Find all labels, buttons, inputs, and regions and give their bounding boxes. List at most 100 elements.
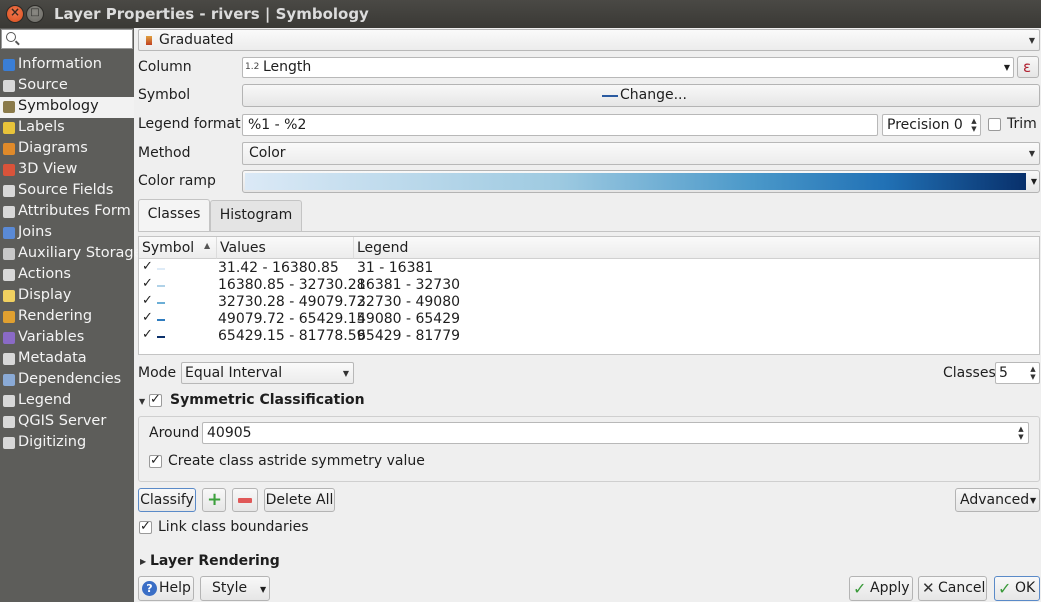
class-values[interactable]: 31.42 - 16380.85: [218, 260, 339, 276]
sidebar-item-variables[interactable]: Variables: [0, 328, 134, 349]
class-visible-checkbox[interactable]: [142, 276, 154, 291]
sidebar-item-digitizing[interactable]: Digitizing: [0, 433, 134, 454]
around-label: Around: [149, 425, 200, 441]
sidebar-item-source[interactable]: Source: [0, 76, 134, 97]
tab-histogram[interactable]: Histogram: [210, 200, 302, 231]
classes-table[interactable]: Symbol ▲ Values Legend 31.42 - 16380.853…: [138, 236, 1040, 355]
color-ramp-button[interactable]: ▼: [242, 170, 1040, 193]
sidebar-item-actions[interactable]: Actions: [0, 265, 134, 286]
advanced-button[interactable]: Advanced ▼: [955, 488, 1040, 512]
apply-button[interactable]: ✓ Apply: [849, 576, 913, 601]
add-class-button[interactable]: +: [202, 488, 226, 512]
class-values[interactable]: 16380.85 - 32730.28: [218, 277, 366, 293]
astride-checkbox[interactable]: [149, 453, 162, 468]
class-visible-checkbox[interactable]: [142, 327, 154, 342]
column-field[interactable]: 1.2 Length ▼: [242, 57, 1014, 78]
help-button[interactable]: ? Help: [138, 576, 194, 601]
sidebar-item-symbology[interactable]: Symbology: [0, 97, 134, 118]
sidebar-item-label: Source: [18, 77, 68, 93]
renderer-combo[interactable]: Graduated ▼: [138, 29, 1040, 51]
server-icon: [3, 416, 15, 428]
delete-all-label: Delete All: [265, 492, 334, 508]
sidebar-item-legend[interactable]: Legend: [0, 391, 134, 412]
classes-spinbox[interactable]: 5 ▲ ▼: [995, 362, 1040, 384]
sidebar-item-source-fields[interactable]: Source Fields: [0, 181, 134, 202]
class-visible-checkbox[interactable]: [142, 293, 154, 308]
sidebar-item-diagrams[interactable]: Diagrams: [0, 139, 134, 160]
link-boundaries-label: Link class boundaries: [158, 519, 309, 535]
delete-all-button[interactable]: Delete All: [264, 488, 335, 512]
class-legend[interactable]: 31 - 16381: [357, 260, 433, 276]
collapse-down-icon[interactable]: ▼: [139, 397, 145, 406]
sidebar-item-joins[interactable]: Joins: [0, 223, 134, 244]
class-values[interactable]: 65429.15 - 81778.59: [218, 328, 366, 344]
class-values[interactable]: 32730.28 - 49079.72: [218, 294, 366, 310]
sidebar-item-information[interactable]: Information: [0, 55, 134, 76]
class-legend[interactable]: 65429 - 81779: [357, 328, 460, 344]
class-visible-checkbox[interactable]: [142, 310, 154, 325]
table-row[interactable]: 16380.85 - 32730.2816381 - 32730: [139, 276, 1039, 294]
table-icon: [3, 185, 15, 197]
maximize-window-button[interactable]: □: [26, 5, 44, 23]
title-bar: × □ Layer Properties - rivers | Symbolog…: [0, 0, 1041, 28]
table-row[interactable]: 65429.15 - 81778.5965429 - 81779: [139, 327, 1039, 345]
change-symbol-button[interactable]: Change...: [242, 84, 1040, 107]
class-legend[interactable]: 32730 - 49080: [357, 294, 460, 310]
mode-combo[interactable]: Equal Interval ▼: [181, 362, 354, 384]
method-combo[interactable]: Color ▼: [242, 142, 1040, 165]
table-row[interactable]: 32730.28 - 49079.7232730 - 49080: [139, 293, 1039, 311]
sidebar-item-label: Auxiliary Storage: [18, 245, 143, 261]
column-label: Column: [138, 59, 192, 75]
advanced-label: Advanced: [960, 492, 1030, 508]
spin-arrows-icon[interactable]: ▲ ▼: [1027, 365, 1039, 381]
sidebar-item-auxiliary-storage[interactable]: Auxiliary Storage: [0, 244, 143, 265]
style-button[interactable]: Style ▼: [200, 576, 270, 601]
sidebar-item-label: Digitizing: [18, 434, 87, 450]
symmetric-checkbox[interactable]: [149, 392, 162, 407]
sidebar-item-attributes-form[interactable]: Attributes Form: [0, 202, 134, 223]
class-symbol-swatch[interactable]: [157, 319, 165, 321]
sidebar-item-labels[interactable]: Labels: [0, 118, 134, 139]
class-symbol-swatch[interactable]: [157, 336, 165, 338]
sidebar-item-display[interactable]: Display: [0, 286, 134, 307]
class-symbol-swatch[interactable]: [157, 285, 165, 287]
classify-button[interactable]: Classify: [138, 488, 196, 512]
class-visible-checkbox[interactable]: [142, 259, 154, 274]
header-legend[interactable]: Legend: [354, 237, 1039, 259]
sidebar-item-rendering[interactable]: Rendering: [0, 307, 134, 328]
class-legend[interactable]: 49080 - 65429: [357, 311, 460, 327]
precision-spinbox[interactable]: Precision 0 ▲ ▼: [882, 114, 981, 136]
around-spinbox[interactable]: 40905 ▲ ▼: [202, 422, 1029, 444]
ok-button[interactable]: ✓ OK: [994, 576, 1040, 601]
tab-classes[interactable]: Classes: [138, 199, 210, 231]
remove-class-button[interactable]: [232, 488, 258, 512]
sidebar-item-qgis-server[interactable]: QGIS Server: [0, 412, 134, 433]
trim-checkbox[interactable]: [988, 118, 1001, 131]
link-boundaries-checkbox[interactable]: [139, 519, 152, 534]
spin-arrows-icon[interactable]: ▲ ▼: [968, 117, 980, 133]
legend-format-input[interactable]: %1 - %2: [242, 114, 878, 136]
class-symbol-swatch[interactable]: [157, 268, 165, 270]
table-row[interactable]: 49079.72 - 65429.1549080 - 65429: [139, 310, 1039, 328]
class-legend[interactable]: 16381 - 32730: [357, 277, 460, 293]
layer-rendering-title[interactable]: Layer Rendering: [150, 553, 280, 569]
close-window-button[interactable]: ×: [6, 5, 24, 23]
header-symbol[interactable]: Symbol ▲: [139, 237, 217, 259]
class-symbol-swatch[interactable]: [157, 302, 165, 304]
sidebar-item-metadata[interactable]: Metadata: [0, 349, 134, 370]
expand-right-icon[interactable]: ▶: [140, 557, 146, 566]
class-values[interactable]: 49079.72 - 65429.15: [218, 311, 366, 327]
mode-value: Equal Interval: [185, 365, 283, 381]
spin-arrows-icon[interactable]: ▲ ▼: [1015, 425, 1027, 441]
chevron-down-icon: ▼: [1030, 177, 1037, 186]
sidebar-item-dependencies[interactable]: Dependencies: [0, 370, 134, 391]
header-values[interactable]: Values: [217, 237, 354, 259]
expression-button[interactable]: ε: [1017, 56, 1039, 78]
sidebar-item-3d-view[interactable]: 3D View: [0, 160, 134, 181]
table-row[interactable]: 31.42 - 16380.85 31 - 16381: [139, 259, 1039, 277]
header-values-label: Values: [220, 240, 266, 256]
sidebar-search-input[interactable]: [1, 29, 133, 49]
header-symbol-label: Symbol: [142, 240, 195, 256]
style-label: Style: [212, 580, 248, 596]
cancel-button[interactable]: ✕ Cancel: [918, 576, 987, 601]
